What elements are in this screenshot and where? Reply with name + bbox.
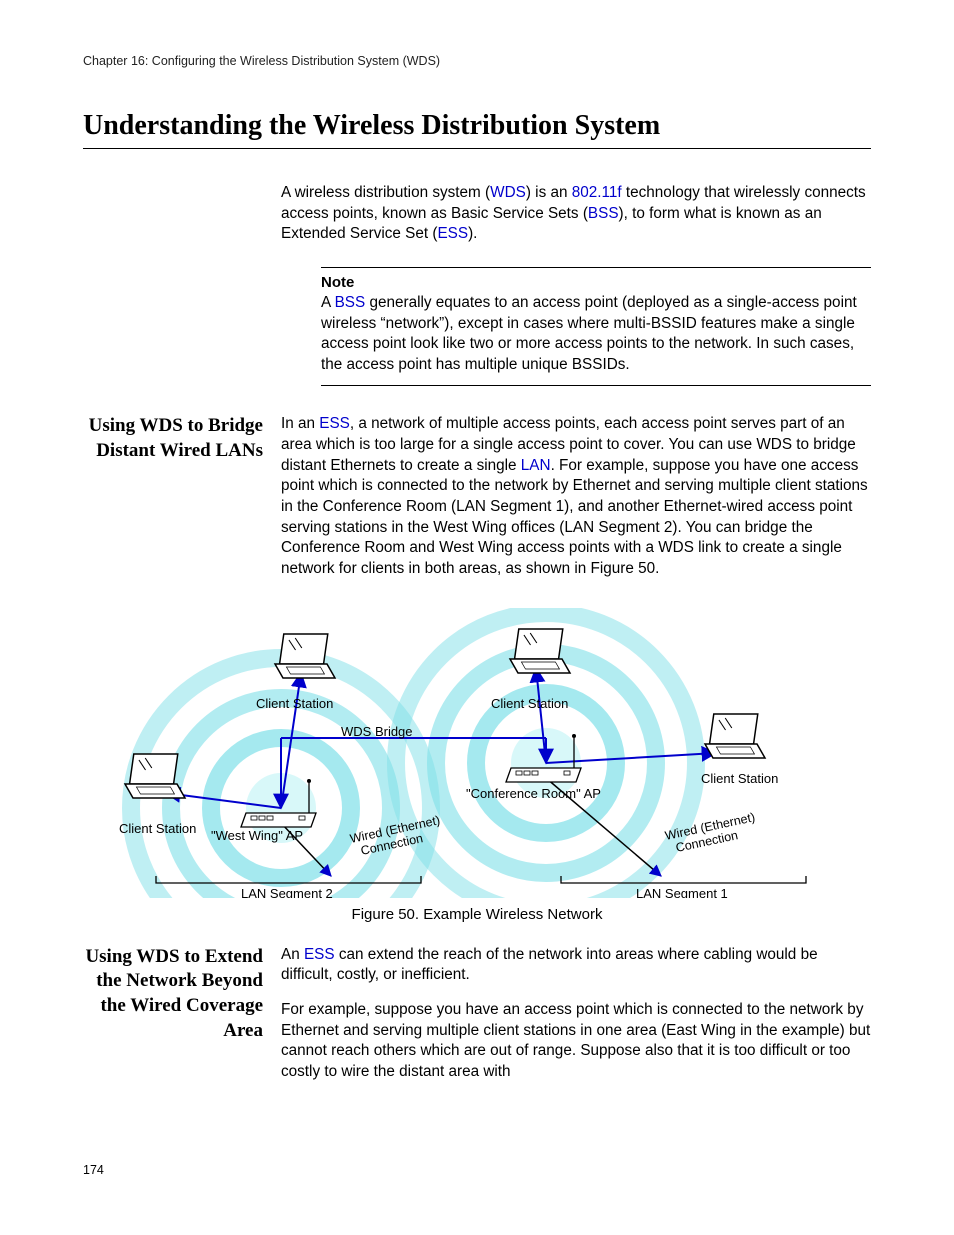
page: Chapter 16: Configuring the Wireless Dis… — [0, 0, 954, 1235]
section-bridge-lans: Using WDS to Bridge Distant Wired LANs I… — [83, 414, 871, 593]
link-bss[interactable]: BSS — [335, 294, 366, 311]
intro-paragraph: A wireless distribution system (WDS) is … — [281, 183, 871, 245]
page-title: Understanding the Wireless Distribution … — [83, 110, 871, 142]
link-ess[interactable]: ESS — [304, 946, 335, 963]
link-wds[interactable]: WDS — [490, 184, 526, 201]
side-heading-bridge: Using WDS to Bridge Distant Wired LANs — [83, 414, 281, 463]
intro-block: A wireless distribution system (WDS) is … — [281, 183, 871, 386]
text: ). — [468, 225, 477, 242]
note-box: Note A BSS generally equates to an acces… — [321, 267, 871, 387]
label-client-station: Client Station — [491, 696, 568, 711]
text: In an — [281, 415, 319, 432]
link-bss[interactable]: BSS — [588, 205, 619, 222]
label-lan-segment-1: LAN Segment 1 — [636, 886, 728, 898]
chapter-header: Chapter 16: Configuring the Wireless Dis… — [83, 54, 871, 68]
link-ess[interactable]: ESS — [437, 225, 468, 242]
text: A — [321, 294, 335, 311]
label-wds-bridge: WDS Bridge — [341, 724, 413, 739]
section-extend-network: Using WDS to Extend the Network Beyond t… — [83, 945, 871, 1097]
text: can extend the reach of the network into… — [281, 946, 818, 984]
label-lan-segment-2: LAN Segment 2 — [241, 886, 333, 898]
section1-paragraph: In an ESS, a network of multiple access … — [281, 414, 871, 579]
link-80211f[interactable]: 802.11f — [572, 184, 622, 201]
laptop-icon — [705, 714, 765, 758]
label-client-station: Client Station — [119, 821, 196, 836]
lan-bracket-1 — [561, 876, 806, 883]
figure-caption: Figure 50. Example Wireless Network — [83, 906, 871, 923]
side-heading-extend: Using WDS to Extend the Network Beyond t… — [83, 945, 281, 1044]
label-conference-ap: "Conference Room" AP — [466, 786, 601, 801]
text: A wireless distribution system ( — [281, 184, 490, 201]
text: . For example, suppose you have one acce… — [281, 457, 868, 577]
text: An — [281, 946, 304, 963]
link-ess[interactable]: ESS — [319, 415, 350, 432]
figure-50: WDS Bridge Client Station Cl — [91, 608, 861, 898]
section2-paragraph-2: For example, suppose you have an access … — [281, 1000, 871, 1083]
link-lan[interactable]: LAN — [521, 457, 551, 474]
note-text: A BSS generally equates to an access poi… — [321, 294, 857, 373]
label-client-station: Client Station — [701, 771, 778, 786]
label-client-station: Client Station — [256, 696, 333, 711]
title-rule — [83, 148, 871, 149]
page-number: 174 — [83, 1163, 104, 1177]
note-label: Note — [321, 274, 871, 291]
section2-paragraph-1: An ESS can extend the reach of the netwo… — [281, 945, 871, 986]
figure-svg: WDS Bridge Client Station Cl — [91, 608, 861, 898]
text: ) is an — [526, 184, 572, 201]
text: generally equates to an access point (de… — [321, 294, 857, 373]
label-west-wing-ap: "West Wing" AP — [211, 828, 303, 843]
